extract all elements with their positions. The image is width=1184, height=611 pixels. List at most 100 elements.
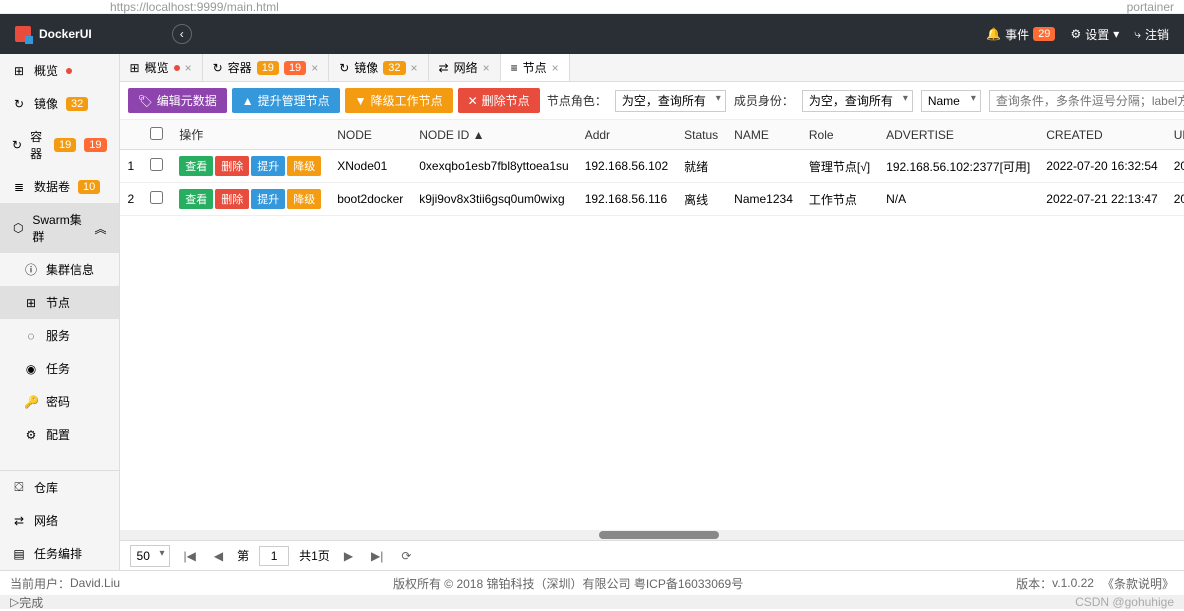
gear-icon: ⚙ (24, 428, 38, 442)
network-icon: ⇄ (439, 61, 449, 75)
cell-advertise: 192.168.56.102:2377[可用] (878, 150, 1038, 183)
row-op-0[interactable]: 查看 (179, 189, 213, 209)
bookmark[interactable]: portainer (1127, 0, 1174, 14)
sidebar-services[interactable]: ◌服务 (0, 319, 119, 352)
collapse-icon: ︽ (95, 220, 107, 237)
sidebar-networks[interactable]: ⇄网络 (0, 504, 119, 537)
col-idx (120, 120, 143, 150)
terms-link[interactable]: 《条款说明》 (1102, 575, 1174, 592)
first-page-button[interactable]: |◀ (180, 547, 200, 565)
close-icon[interactable]: × (552, 61, 559, 75)
sidebar-secrets[interactable]: 🔑密码 (0, 385, 119, 418)
tab-networks[interactable]: ⇄网络× (429, 54, 501, 81)
prev-page-button[interactable]: ◀ (210, 547, 227, 565)
reload-button[interactable]: ⟳ (397, 547, 415, 565)
col-node-id[interactable]: NODE ID ▲ (411, 120, 576, 150)
tag-icon: 🏷 (138, 94, 153, 108)
settings-button[interactable]: ⚙ 设置 ▾ (1070, 26, 1119, 43)
sidebar-tasks[interactable]: ◉任务 (0, 352, 119, 385)
key-icon: 🔑 (24, 395, 38, 409)
sidebar-images[interactable]: ↻镜像32 (0, 87, 119, 120)
row-op-0[interactable]: 查看 (179, 156, 213, 176)
row-op-2[interactable]: 提升 (251, 156, 285, 176)
scrollbar-thumb[interactable] (599, 531, 719, 539)
delete-button[interactable]: ✕删除节点 (458, 88, 540, 113)
edit-metadata-button[interactable]: 🏷编辑元数据 (128, 88, 227, 113)
next-page-button[interactable]: ▶ (340, 547, 357, 565)
table-row[interactable]: 1 查看删除提升降级 XNode01 0xexqbo1esb7fbl8yttoe… (120, 150, 1184, 183)
tabs: ⊞概览× ↻容器1919× ↻镜像32× ⇄网络× ≡节点× ⌂ ⟳ ✕ ⛶ (120, 54, 1184, 82)
logo[interactable]: DockerUI (15, 26, 92, 42)
search-input[interactable] (989, 90, 1184, 112)
col-check (142, 120, 171, 150)
events-button[interactable]: 🔔 事件 29 (986, 26, 1055, 43)
row-op-2[interactable]: 提升 (251, 189, 285, 209)
tab-nodes[interactable]: ≡节点× (501, 54, 570, 81)
sidebar-nodes[interactable]: ⊞节点 (0, 286, 119, 319)
close-icon[interactable]: × (185, 61, 192, 75)
repo-icon: ⛋ (12, 480, 26, 495)
col-role[interactable]: Role (801, 120, 878, 150)
row-check[interactable] (150, 191, 163, 204)
table: 操作 NODE NODE ID ▲ Addr Status NAME Role … (120, 120, 1184, 530)
table-row[interactable]: 2 查看删除提升降级 boot2docker k9ji9ov8x3tii6gsq… (120, 183, 1184, 216)
row-check[interactable] (150, 158, 163, 171)
table-header: 操作 NODE NODE ID ▲ Addr Status NAME Role … (120, 120, 1184, 150)
row-op-3[interactable]: 降级 (287, 189, 321, 209)
status-dot (66, 68, 72, 74)
tab-images[interactable]: ↻镜像32× (329, 54, 428, 81)
cluster-icon: ⬡ (12, 221, 24, 235)
sidebar-overview[interactable]: ⊞概览 (0, 54, 119, 87)
cell-ops: 查看删除提升降级 (171, 150, 329, 183)
task-icon: ◉ (24, 362, 38, 376)
logout-button[interactable]: ⤷ 注销 (1134, 26, 1169, 43)
refresh-icon: ↻ (12, 138, 22, 152)
role-select[interactable]: 为空，查询所有 (615, 90, 726, 112)
row-op-1[interactable]: 删除 (215, 189, 249, 209)
demote-button[interactable]: ▼降级工作节点 (345, 88, 453, 113)
sidebar-cluster-info[interactable]: ⓘ集群信息 (0, 253, 119, 286)
tab-overview[interactable]: ⊞概览× (120, 54, 203, 81)
col-name[interactable]: NAME (726, 120, 801, 150)
col-updated[interactable]: UPDATED (1166, 120, 1184, 150)
close-icon[interactable]: × (311, 61, 318, 75)
cell-check (142, 183, 171, 216)
col-addr[interactable]: Addr (577, 120, 676, 150)
tab-containers[interactable]: ↻容器1919× (203, 54, 330, 81)
sidebar-swarm[interactable]: ⬡Swarm集群︽ (0, 203, 119, 253)
sidebar-containers[interactable]: ↻容器1919 (0, 120, 119, 170)
grid-icon: ⊞ (130, 61, 140, 75)
row-op-3[interactable]: 降级 (287, 156, 321, 176)
close-icon[interactable]: × (411, 61, 418, 75)
row-op-1[interactable]: 删除 (215, 156, 249, 176)
sidebar-schedule[interactable]: ▤任务编排 (0, 537, 119, 570)
up-icon: ▲ (242, 94, 254, 108)
promote-button[interactable]: ▲提升管理节点 (232, 88, 340, 113)
page-size-select[interactable]: 50 (130, 545, 170, 567)
member-select[interactable]: 为空，查询所有 (802, 90, 913, 112)
refresh-icon: ↻ (339, 61, 349, 75)
last-page-button[interactable]: ▶| (367, 547, 387, 565)
cell-name (726, 150, 801, 183)
name-select[interactable]: Name (921, 90, 981, 112)
member-label: 成员身份： (734, 92, 794, 109)
pagination: 50 |◀ ◀ 第 共1页 ▶ ▶| ⟳ 显示1到2,共2记录 (120, 540, 1184, 570)
page-input[interactable] (259, 546, 289, 566)
col-node[interactable]: NODE (329, 120, 411, 150)
horizontal-scrollbar[interactable] (120, 530, 1184, 540)
version-label: 版本： (1016, 575, 1052, 592)
check-all[interactable] (150, 127, 163, 140)
x-icon: ✕ (468, 94, 478, 108)
col-ops[interactable]: 操作 (171, 120, 329, 150)
footer: 当前用户： David.Liu 版权所有 © 2018 锦铂科技（深圳）有限公司… (0, 570, 1184, 595)
back-button[interactable]: ‹ (172, 24, 192, 44)
sidebar-repos[interactable]: ⛋仓库 (0, 471, 119, 504)
col-advertise[interactable]: ADVERTISE (878, 120, 1038, 150)
col-created[interactable]: CREATED (1038, 120, 1165, 150)
sidebar-configs[interactable]: ⚙配置 (0, 418, 119, 451)
sidebar-volumes[interactable]: ≣数据卷10 (0, 170, 119, 203)
close-icon[interactable]: × (483, 61, 490, 75)
cell-node: boot2docker (329, 183, 411, 216)
url: https://localhost:9999/main.html (110, 0, 279, 14)
col-status[interactable]: Status (676, 120, 726, 150)
